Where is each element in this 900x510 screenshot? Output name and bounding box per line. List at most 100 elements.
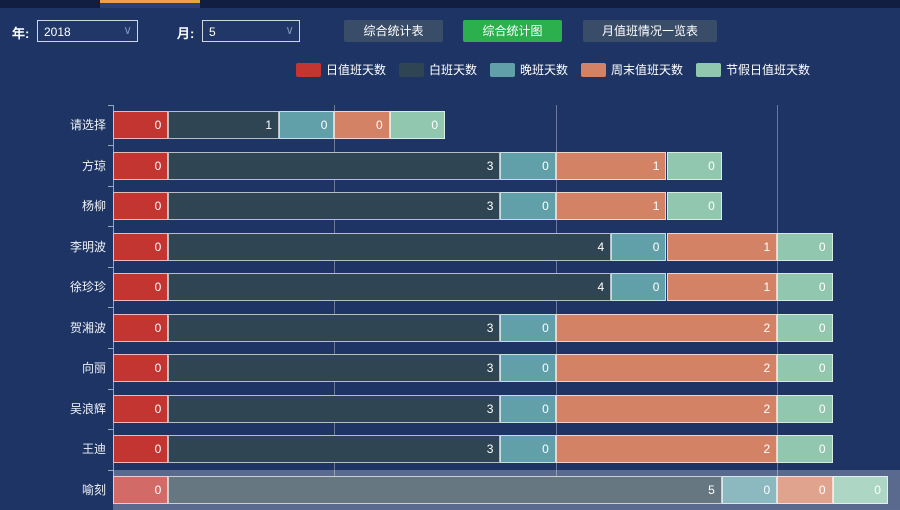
bar-value-label: 0 [542, 159, 549, 173]
bar-value-label: 0 [155, 118, 162, 132]
y-axis-tick [108, 470, 113, 471]
y-axis-tick [108, 105, 113, 106]
bar-value-label: 0 [653, 280, 660, 294]
y-axis-label: 王迪 [0, 435, 106, 463]
bar-value-label: 0 [321, 118, 328, 132]
bar-segment[interactable]: 1 [667, 273, 778, 301]
bar-segment[interactable]: 0 [833, 476, 888, 504]
bar-segment[interactable]: 0 [777, 354, 832, 382]
bar-segment[interactable]: 0 [113, 354, 168, 382]
bar-value-label: 0 [155, 240, 162, 254]
bar-segment[interactable]: 0 [777, 435, 832, 463]
bar-segment[interactable]: 3 [168, 354, 500, 382]
bar-segment[interactable]: 0 [113, 476, 168, 504]
bar-segment[interactable]: 0 [500, 435, 555, 463]
y-axis-label: 李明波 [0, 233, 106, 261]
bar-segment[interactable]: 0 [500, 192, 555, 220]
bar-segment[interactable]: 0 [113, 273, 168, 301]
bar-segment[interactable]: 0 [113, 314, 168, 342]
bar-segment[interactable]: 0 [113, 233, 168, 261]
bar-segment[interactable]: 3 [168, 435, 500, 463]
bar-value-label: 5 [708, 483, 715, 497]
y-axis-tick [108, 389, 113, 390]
bar-value-label: 4 [597, 240, 604, 254]
bar-segment[interactable]: 0 [611, 233, 666, 261]
bar-segment[interactable]: 2 [556, 314, 777, 342]
bar-value-label: 1 [265, 118, 272, 132]
bar-segment[interactable]: 0 [113, 435, 168, 463]
bar-segment[interactable]: 4 [168, 233, 611, 261]
bar-segment[interactable]: 0 [500, 395, 555, 423]
bar-segment[interactable]: 0 [500, 152, 555, 180]
bar-segment[interactable]: 0 [279, 111, 334, 139]
y-axis-tick [108, 226, 113, 227]
bar-segment[interactable]: 2 [556, 354, 777, 382]
bar-segment[interactable]: 0 [500, 314, 555, 342]
bar-segment[interactable]: 0 [777, 314, 832, 342]
bar-value-label: 0 [819, 280, 826, 294]
bar-value-label: 0 [542, 199, 549, 213]
bar-segment[interactable]: 3 [168, 152, 500, 180]
bar-value-label: 0 [708, 199, 715, 213]
bar-segment[interactable]: 2 [556, 395, 777, 423]
bar-value-label: 0 [542, 321, 549, 335]
bar-segment[interactable]: 3 [168, 395, 500, 423]
bar-segment[interactable]: 0 [777, 233, 832, 261]
bar-value-label: 0 [542, 442, 549, 456]
bar-segment[interactable]: 0 [113, 111, 168, 139]
y-axis-tick [108, 348, 113, 349]
bar-segment[interactable]: 0 [500, 354, 555, 382]
bar-value-label: 3 [487, 402, 494, 416]
y-axis-label: 徐珍珍 [0, 273, 106, 301]
bar-value-label: 2 [764, 361, 771, 375]
y-axis-tick [108, 186, 113, 187]
bar-segment[interactable]: 0 [390, 111, 445, 139]
bar-segment[interactable]: 0 [113, 192, 168, 220]
bar-value-label: 0 [819, 483, 826, 497]
bar-value-label: 0 [155, 159, 162, 173]
bar-value-label: 0 [542, 361, 549, 375]
y-axis-tick [108, 145, 113, 146]
bar-value-label: 0 [708, 159, 715, 173]
bar-segment[interactable]: 0 [113, 152, 168, 180]
bar-value-label: 4 [597, 280, 604, 294]
bar-segment[interactable]: 0 [113, 395, 168, 423]
bar-value-label: 2 [764, 402, 771, 416]
bar-value-label: 0 [819, 361, 826, 375]
bar-segment[interactable]: 0 [777, 395, 832, 423]
bar-segment[interactable]: 1 [667, 233, 778, 261]
bar-segment[interactable]: 0 [667, 192, 722, 220]
bar-value-label: 3 [487, 159, 494, 173]
bar-segment[interactable]: 0 [334, 111, 389, 139]
bar-value-label: 3 [487, 199, 494, 213]
bar-segment[interactable]: 2 [556, 435, 777, 463]
bar-segment[interactable]: 0 [611, 273, 666, 301]
bar-segment[interactable]: 0 [777, 273, 832, 301]
bar-segment[interactable]: 3 [168, 314, 500, 342]
bar-segment[interactable]: 1 [556, 152, 667, 180]
bar-value-label: 0 [155, 321, 162, 335]
y-axis-label: 贺湘波 [0, 314, 106, 342]
bar-value-label: 2 [764, 321, 771, 335]
bar-segment[interactable]: 0 [667, 152, 722, 180]
bar-value-label: 0 [874, 483, 881, 497]
bar-value-label: 0 [542, 402, 549, 416]
bar-segment[interactable]: 0 [777, 476, 832, 504]
y-axis-label: 方琼 [0, 152, 106, 180]
y-axis-label: 向丽 [0, 354, 106, 382]
bar-value-label: 0 [653, 240, 660, 254]
bar-value-label: 0 [819, 321, 826, 335]
bar-value-label: 0 [155, 199, 162, 213]
bar-segment[interactable]: 0 [722, 476, 777, 504]
bar-value-label: 0 [431, 118, 438, 132]
bar-value-label: 0 [155, 280, 162, 294]
bar-segment[interactable]: 5 [168, 476, 722, 504]
bar-segment[interactable]: 1 [168, 111, 279, 139]
bar-value-label: 3 [487, 361, 494, 375]
bar-value-label: 0 [819, 442, 826, 456]
bar-value-label: 1 [764, 240, 771, 254]
bar-segment[interactable]: 3 [168, 192, 500, 220]
bar-segment[interactable]: 1 [556, 192, 667, 220]
bar-segment[interactable]: 4 [168, 273, 611, 301]
bar-value-label: 0 [819, 240, 826, 254]
